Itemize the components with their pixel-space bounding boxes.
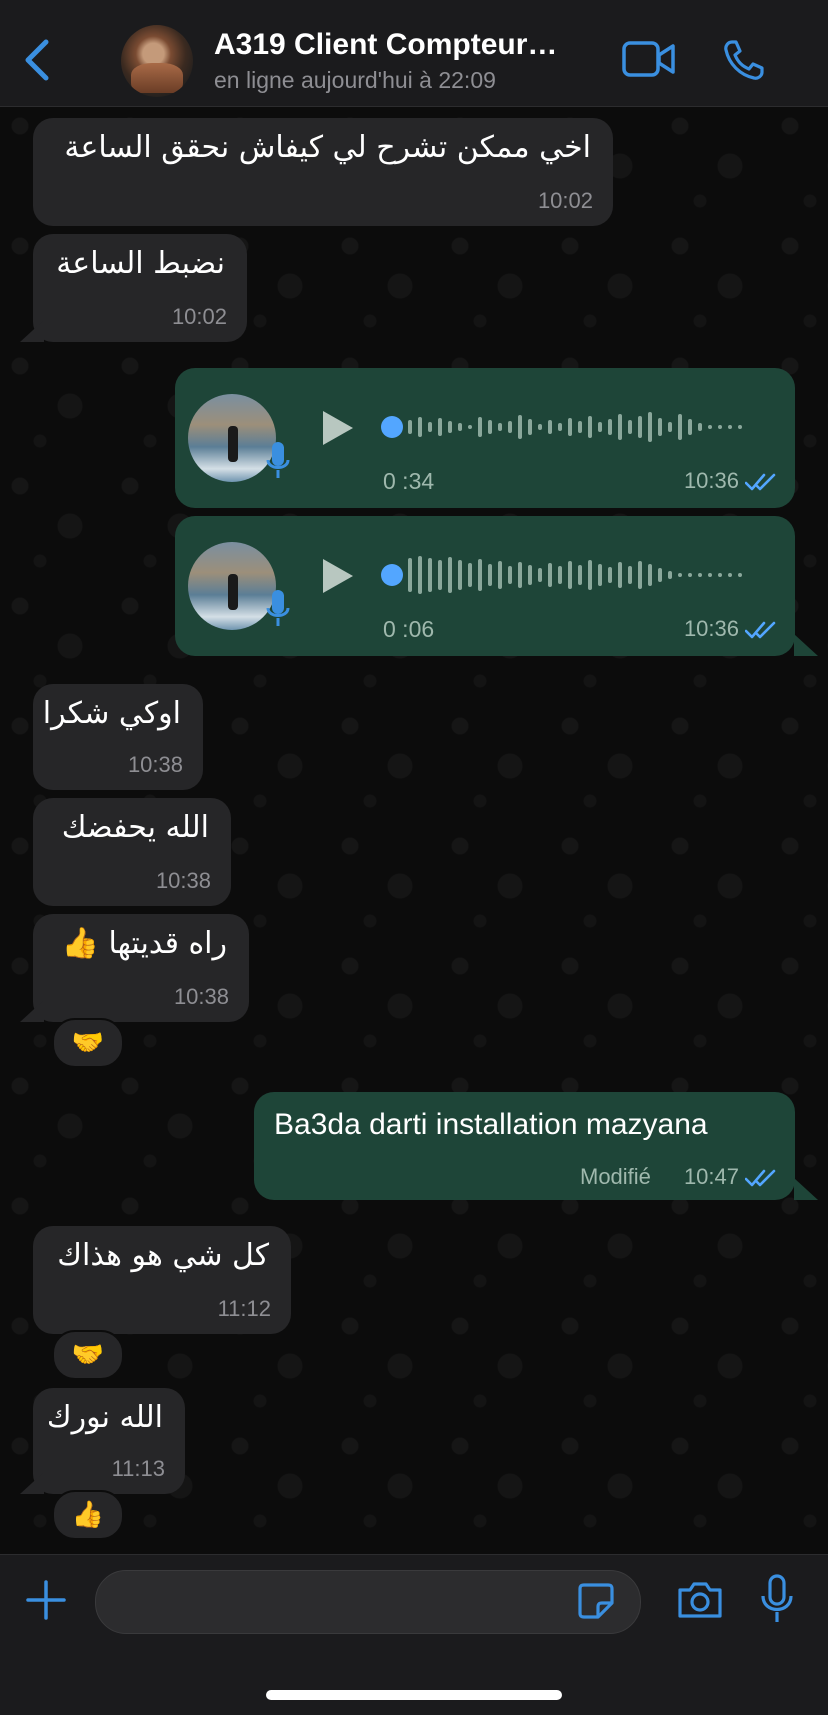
message-time: 10:38 xyxy=(155,868,211,893)
incoming-message[interactable]: نضبط الساعة 10:02 xyxy=(33,234,247,342)
incoming-message[interactable]: كل شي هو هذاك 11:12 xyxy=(33,1226,291,1334)
contact-avatar[interactable] xyxy=(121,25,193,97)
message-text: الله نورك xyxy=(46,1400,163,1435)
message-input[interactable] xyxy=(95,1570,641,1634)
read-receipt-icon xyxy=(745,473,776,491)
message-text: راه قديتها 👍 xyxy=(61,926,227,961)
incoming-message[interactable]: الله يحفضك 10:38 xyxy=(33,798,231,906)
message-text: كل شي هو هذاك xyxy=(57,1238,269,1273)
sender-avatar xyxy=(188,394,276,482)
audio-waveform[interactable] xyxy=(380,404,760,450)
audio-waveform[interactable] xyxy=(380,552,760,598)
incoming-message[interactable]: اخي ممكن تشرح لي كيفاش نحقق الساعة 10:02 xyxy=(33,118,613,226)
read-receipt-icon xyxy=(745,1169,776,1187)
message-time: 11:13 xyxy=(111,1456,165,1481)
message-time: 10:38 xyxy=(127,752,183,777)
read-receipt-icon xyxy=(745,621,776,639)
message-time: 11:12 xyxy=(217,1296,271,1321)
message-text: Ba3da darti installation mazyana xyxy=(274,1108,708,1141)
incoming-message[interactable]: الله نورك 11:13 xyxy=(33,1388,185,1494)
last-seen-status: en ligne aujourd'hui à 22:09 xyxy=(214,67,496,93)
video-call-icon[interactable] xyxy=(622,40,676,78)
outgoing-voice-message[interactable]: 0 :06 10:36 xyxy=(175,516,795,656)
outgoing-voice-message[interactable]: 0 :34 10:36 xyxy=(175,368,795,508)
microphone-icon[interactable] xyxy=(760,1574,794,1624)
voice-duration: 0 :06 xyxy=(383,616,435,642)
message-time: 10:47 xyxy=(683,1164,739,1189)
microphone-icon xyxy=(266,442,290,478)
message-text: الله يحفضك xyxy=(61,810,209,845)
voice-duration: 0 :34 xyxy=(383,468,435,494)
sticker-icon[interactable] xyxy=(576,1581,616,1621)
play-icon[interactable] xyxy=(317,408,357,448)
message-time: 10:02 xyxy=(537,188,593,213)
home-indicator[interactable] xyxy=(266,1690,562,1700)
message-time: 10:36 xyxy=(683,468,739,493)
message-reaction[interactable]: 🤝 xyxy=(52,1018,124,1068)
back-chevron-icon[interactable] xyxy=(22,38,52,82)
message-text: نضبط الساعة xyxy=(56,246,225,281)
camera-icon[interactable] xyxy=(676,1580,724,1620)
incoming-message[interactable]: اوكي شكرا 10:38 xyxy=(33,684,203,790)
edited-label: Modifié xyxy=(580,1164,651,1189)
message-text: اوكي شكرا xyxy=(42,696,181,731)
message-reaction[interactable]: 🤝 xyxy=(52,1330,124,1380)
plus-icon[interactable] xyxy=(26,1580,66,1620)
microphone-icon xyxy=(266,590,290,626)
sender-avatar xyxy=(188,542,276,630)
message-reaction[interactable]: 👍 xyxy=(52,1490,124,1540)
chat-header: A319 Client Compteur… en ligne aujourd'h… xyxy=(0,0,828,107)
outgoing-message[interactable]: Ba3da darti installation mazyana Modifié… xyxy=(254,1092,795,1200)
contact-name[interactable]: A319 Client Compteur… xyxy=(214,28,557,62)
message-text: اخي ممكن تشرح لي كيفاش نحقق الساعة xyxy=(64,130,591,165)
incoming-message[interactable]: راه قديتها 👍 10:38 xyxy=(33,914,249,1022)
message-time: 10:36 xyxy=(683,616,739,641)
message-time: 10:38 xyxy=(173,984,229,1009)
play-icon[interactable] xyxy=(317,556,357,596)
phone-call-icon[interactable] xyxy=(722,38,766,82)
message-time: 10:02 xyxy=(171,304,227,329)
